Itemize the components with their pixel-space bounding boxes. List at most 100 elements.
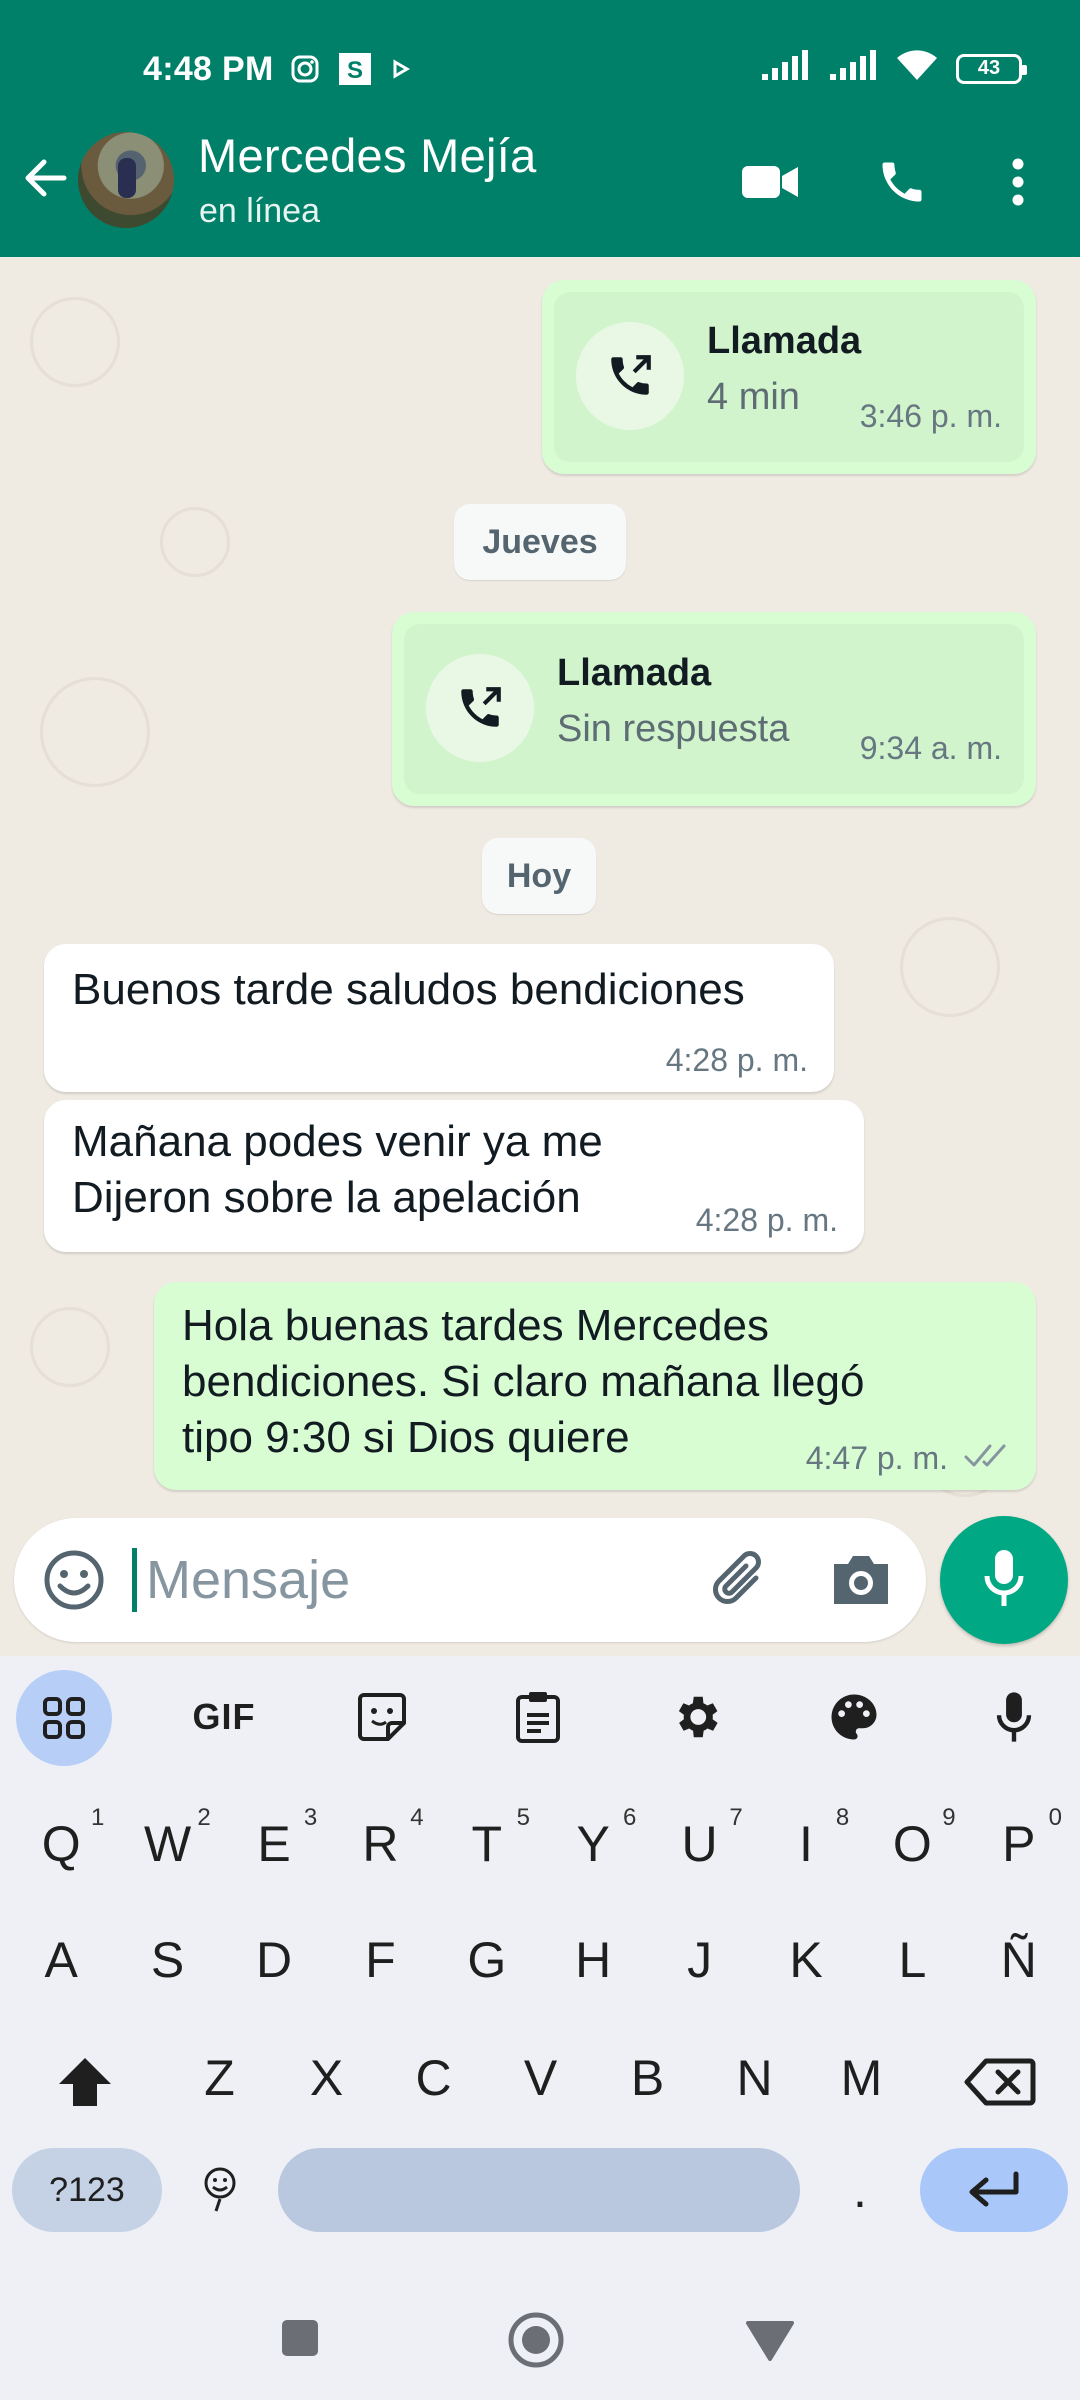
more-vert-icon[interactable]	[986, 150, 1050, 214]
message-time: 4:28 p. m.	[665, 1042, 808, 1078]
emoji-icon[interactable]	[40, 1546, 108, 1614]
key-label: I	[799, 1816, 813, 1872]
emoji-key-icon[interactable]	[190, 2148, 250, 2232]
key-h[interactable]: H	[540, 1912, 646, 2008]
key-r[interactable]: R4	[327, 1796, 433, 1892]
key-j[interactable]: J	[646, 1912, 752, 2008]
call-message[interactable]: Llamada Sin respuesta 9:34 a. m.	[392, 612, 1036, 806]
recents-square-icon[interactable]	[272, 2310, 328, 2366]
message-text-line: Hola buenas tardes Mercedes	[182, 1301, 769, 1350]
key-b[interactable]: B	[594, 2030, 701, 2126]
back-arrow-icon[interactable]	[18, 150, 74, 206]
key-u[interactable]: U7	[646, 1796, 752, 1892]
sticker-icon[interactable]	[334, 1674, 430, 1760]
space-key[interactable]	[278, 2148, 800, 2232]
key-label: E	[257, 1816, 291, 1872]
key-label: Q	[41, 1816, 81, 1872]
symbols-key[interactable]: ?123	[12, 2148, 162, 2232]
key-k[interactable]: K	[753, 1912, 859, 2008]
back-triangle-icon[interactable]	[742, 2312, 798, 2368]
date-separator: Jueves	[454, 504, 626, 580]
contact-status: en línea	[199, 192, 320, 230]
key-s[interactable]: S	[114, 1912, 220, 2008]
key-number-hint: 3	[303, 1804, 318, 1831]
backspace-key[interactable]	[940, 2040, 1060, 2124]
call-message[interactable]: Llamada 4 min 3:46 p. m.	[542, 280, 1036, 474]
period-key[interactable]: .	[830, 2148, 890, 2232]
wallpaper-doodle	[900, 917, 1000, 1017]
message-time: 3:46 p. m.	[859, 398, 1002, 434]
read-double-check-icon	[964, 1442, 1012, 1475]
call-title: Llamada	[707, 320, 862, 362]
key-c[interactable]: C	[380, 2030, 487, 2126]
key-f[interactable]: F	[327, 1912, 433, 2008]
key-number-hint: 6	[623, 1804, 637, 1831]
outgoing-message[interactable]: Hola buenas tardes Mercedes bendiciones.…	[154, 1282, 1036, 1490]
camera-icon[interactable]	[826, 1546, 896, 1614]
key-e[interactable]: E3	[221, 1796, 327, 1892]
key-label: Y	[576, 1816, 610, 1872]
key-p[interactable]: P0	[966, 1796, 1072, 1892]
contact-name[interactable]: Mercedes Mejía	[198, 128, 537, 183]
instagram-icon	[290, 54, 320, 89]
key-x[interactable]: X	[273, 2030, 380, 2126]
notification-icons: S	[290, 52, 412, 91]
outgoing-call-icon	[426, 654, 534, 762]
message-text-line: tipo 9:30 si Dios quiere	[182, 1413, 630, 1462]
key-m[interactable]: M	[808, 2030, 915, 2126]
key-n[interactable]: N	[701, 2030, 808, 2126]
home-circle-icon[interactable]	[504, 2308, 568, 2372]
gif-button[interactable]: GIF	[176, 1674, 272, 1760]
key-z[interactable]: Z	[166, 2030, 273, 2126]
enter-key[interactable]	[920, 2148, 1068, 2232]
wallpaper-doodle	[30, 1307, 110, 1387]
incoming-message[interactable]: Mañana podes venir ya me Dijeron sobre l…	[44, 1100, 864, 1252]
key-t[interactable]: T5	[434, 1796, 540, 1892]
key-v[interactable]: V	[487, 2030, 594, 2126]
shift-key[interactable]	[30, 2040, 140, 2124]
message-text-line: bendiciones. Si claro mañana llegó	[182, 1357, 865, 1406]
message-input[interactable]	[146, 1542, 666, 1618]
signal-icon	[828, 50, 878, 87]
video-call-icon[interactable]	[738, 150, 802, 214]
key-number-hint: 9	[942, 1804, 956, 1831]
key-label: U	[681, 1816, 718, 1872]
key-w[interactable]: W2	[114, 1796, 220, 1892]
key-d[interactable]: D	[221, 1912, 327, 2008]
key-label: W	[143, 1816, 192, 1872]
phone-icon[interactable]	[870, 150, 934, 214]
avatar[interactable]	[78, 132, 174, 228]
wallpaper-doodle	[160, 507, 230, 577]
key-l[interactable]: L	[859, 1912, 965, 2008]
key-o[interactable]: O9	[859, 1796, 965, 1892]
call-duration: 4 min	[707, 376, 800, 418]
incoming-message[interactable]: Buenos tarde saludos bendiciones 4:28 p.…	[44, 944, 834, 1092]
app-header: 4:48 PM S 43 Mercedes Mejía en línea	[0, 0, 1080, 257]
key-g[interactable]: G	[434, 1912, 540, 2008]
key-q[interactable]: Q1	[8, 1796, 114, 1892]
key-y[interactable]: Y6	[540, 1796, 646, 1892]
call-title: Llamada	[557, 652, 712, 694]
system-nav-bar	[0, 2280, 1080, 2400]
wallpaper-doodle	[30, 297, 120, 387]
attach-clip-icon[interactable]	[704, 1544, 776, 1616]
key-number-hint: 2	[197, 1804, 211, 1831]
call-status: Sin respuesta	[557, 708, 790, 750]
palette-icon[interactable]	[806, 1674, 902, 1760]
key-number-hint: 8	[835, 1804, 850, 1831]
voice-record-button[interactable]	[940, 1516, 1068, 1644]
clipboard-icon[interactable]	[490, 1674, 586, 1760]
message-time: 4:47 p. m.	[805, 1440, 948, 1476]
signal-icon	[760, 50, 810, 87]
key-label: P	[1002, 1816, 1036, 1872]
wifi-icon	[896, 50, 938, 87]
mic-icon[interactable]	[966, 1674, 1062, 1760]
key-i[interactable]: I8	[753, 1796, 859, 1892]
apps-grid-icon[interactable]	[16, 1670, 112, 1766]
key-ñ[interactable]: Ñ	[966, 1912, 1072, 2008]
battery-icon: 43	[956, 53, 1027, 84]
settings-gear-icon[interactable]	[648, 1674, 744, 1760]
key-a[interactable]: A	[8, 1912, 114, 2008]
wallpaper-doodle	[40, 677, 150, 787]
svg-text:S: S	[347, 57, 363, 84]
